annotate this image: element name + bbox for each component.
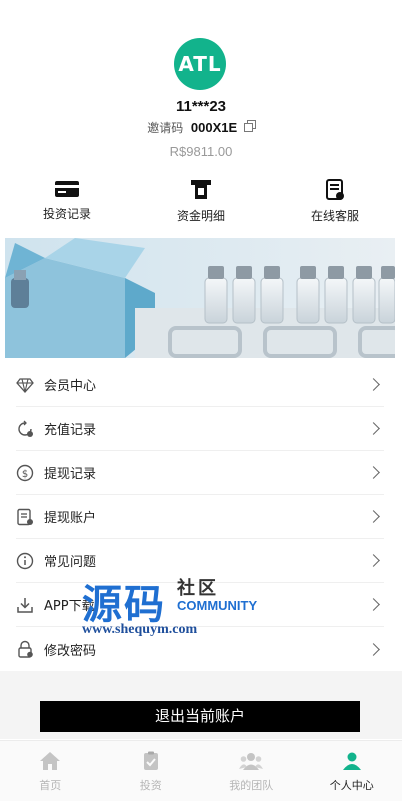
menu-item-label: 充值记录 — [44, 423, 97, 438]
recharge-icon — [18, 420, 33, 437]
logout-button[interactable]: 退出当前账户 — [40, 701, 360, 732]
balance: R$9811.00 — [169, 144, 233, 159]
team-icon — [239, 753, 264, 770]
profile-header: ATL 11***23 邀请码 000X1E R$9811.00 — [0, 0, 402, 168]
avatar[interactable]: ATL — [174, 38, 226, 90]
menu-item-faq[interactable]: 常见问题 — [16, 539, 384, 583]
dollar-coin-icon: $ — [16, 464, 34, 481]
menu-item-label: 提现账户 — [44, 511, 97, 526]
tab-personal-center[interactable]: 个人中心 — [302, 741, 402, 801]
chevron-right-icon — [367, 378, 380, 391]
invite-label: 邀请码 — [147, 121, 184, 135]
quick-actions: 投资记录 资金明细 在线客服 — [0, 176, 402, 230]
svg-text:$: $ — [22, 469, 28, 480]
download-icon — [17, 597, 33, 613]
tab-label: 个人中心 — [329, 779, 374, 792]
menu-item-app-download[interactable]: APP下载 — [16, 583, 384, 627]
invite-code: 000X1E — [190, 120, 238, 135]
person-icon — [342, 752, 361, 770]
quick-action-online-service[interactable]: 在线客服 — [268, 176, 402, 230]
lock-icon — [18, 640, 33, 658]
menu-item-withdraw-records[interactable]: $ 提现记录 — [16, 451, 384, 495]
clipboard-check-icon — [143, 751, 158, 770]
copy-icon[interactable] — [243, 120, 256, 132]
tab-label: 首页 — [39, 779, 62, 792]
account-list-icon — [17, 508, 33, 525]
invite-row: 邀请码 000X1E — [0, 119, 402, 136]
menu-item-label: 常见问题 — [44, 555, 97, 570]
diamond-icon — [16, 377, 34, 393]
atm-icon — [191, 180, 211, 199]
home-icon — [40, 752, 61, 770]
quick-action-label: 在线客服 — [310, 209, 359, 223]
chevron-right-icon — [367, 466, 380, 479]
menu-item-withdraw-account[interactable]: 提现账户 — [16, 495, 384, 539]
chevron-right-icon — [367, 598, 380, 611]
quick-action-label: 资金明细 — [176, 209, 225, 223]
menu-item-change-password[interactable]: 修改密码 — [16, 627, 384, 671]
menu-item-recharge-records[interactable]: 充值记录 — [16, 407, 384, 451]
quick-action-investment-records[interactable]: 投资记录 — [0, 176, 134, 230]
promo-banner[interactable] — [5, 238, 395, 358]
document-icon — [326, 179, 344, 200]
menu-list: 会员中心 充值记录 $ 提现记录 提现账户 常见问题 APP下载 修改密码 — [0, 363, 402, 671]
chevron-right-icon — [367, 554, 380, 567]
username: 11***23 — [175, 98, 227, 115]
tab-label: 我的团队 — [229, 779, 274, 792]
app-root: ATL 11***23 邀请码 000X1E R$9811.00 投资记录 资金… — [0, 0, 402, 801]
quick-action-label: 投资记录 — [42, 207, 91, 221]
menu-item-label: APP下载 — [44, 599, 95, 614]
menu-item-label: 修改密码 — [44, 643, 97, 659]
chevron-right-icon — [367, 422, 380, 435]
chevron-right-icon — [367, 642, 380, 656]
tab-home[interactable]: 首页 — [0, 741, 101, 801]
tab-investment[interactable]: 投资 — [101, 741, 202, 801]
chevron-right-icon — [367, 510, 380, 523]
tab-label: 投资 — [139, 779, 162, 792]
lab-vials-banner-image — [5, 238, 395, 358]
card-icon — [55, 181, 79, 197]
quick-action-fund-details[interactable]: 资金明细 — [134, 176, 268, 230]
bottom-tab-bar: 首页 投资 我的团队 个人中心 — [0, 740, 402, 801]
tab-my-team[interactable]: 我的团队 — [201, 741, 302, 801]
menu-item-member-center[interactable]: 会员中心 — [16, 363, 384, 407]
menu-item-label: 提现记录 — [44, 467, 97, 482]
menu-item-label: 会员中心 — [44, 379, 97, 394]
info-icon — [16, 552, 34, 569]
